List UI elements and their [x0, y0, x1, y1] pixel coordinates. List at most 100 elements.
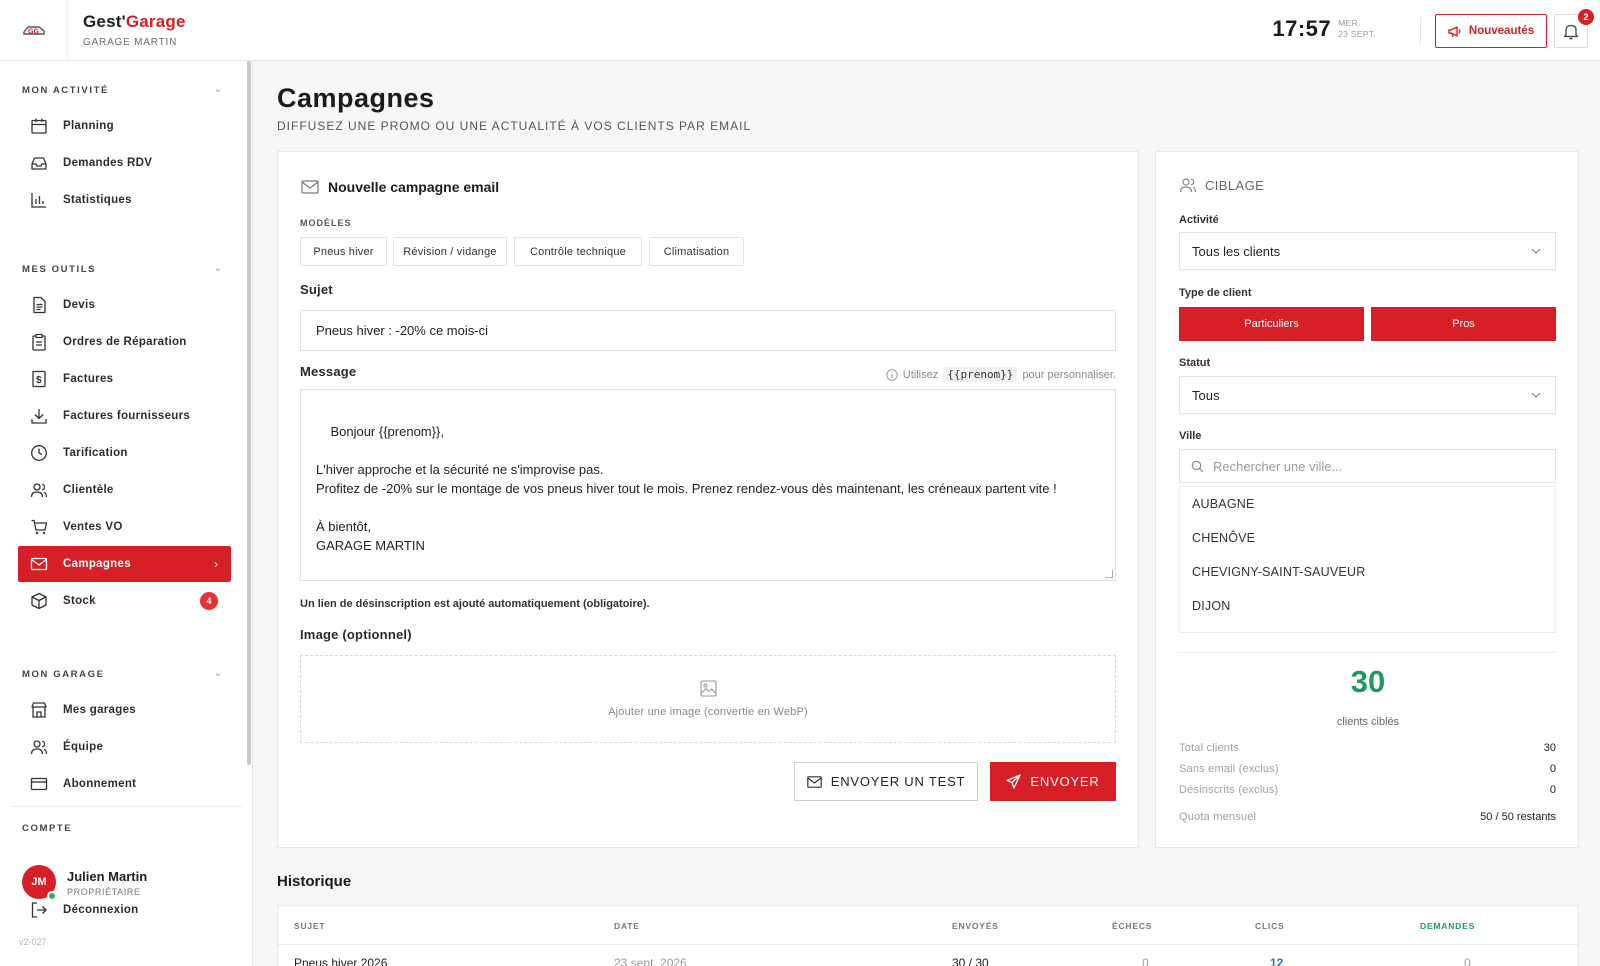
city-option-chenove[interactable]: CHENÔVE — [1192, 531, 1255, 545]
sidebar-item-factures-fournisseurs[interactable]: Factures fournisseurs — [18, 398, 231, 434]
chevron-down-icon — [1531, 392, 1541, 398]
sidebar-item-ventes-vo[interactable]: Ventes VO — [18, 509, 231, 545]
column-header-clics[interactable]: CLICS — [1255, 921, 1285, 931]
column-header-date[interactable]: DATE — [614, 921, 640, 931]
card-icon — [29, 774, 49, 794]
sidebar-divider — [12, 806, 242, 807]
sidebar-item-statistiques[interactable]: Statistiques — [18, 182, 231, 218]
column-header-envoyes[interactable]: ENVOYÉS — [952, 921, 999, 931]
model-chip-controle-technique[interactable]: Contrôle technique — [514, 237, 642, 266]
sidebar-item-demandes-rdv[interactable]: Demandes RDV — [18, 145, 231, 181]
logout-button[interactable]: Déconnexion — [18, 892, 231, 928]
city-list[interactable]: AUBAGNE CHENÔVE CHEVIGNY-SAINT-SAUVEUR D… — [1179, 486, 1556, 633]
client-type-pros[interactable]: Pros — [1371, 307, 1556, 341]
sidebar-item-tarification[interactable]: Tarification — [18, 435, 231, 471]
sidebar-item-stock[interactable]: Stock 4 — [18, 583, 231, 619]
sidebar-item-factures[interactable]: $ Factures — [18, 361, 231, 397]
sidebar-item-label: Planning — [63, 120, 114, 132]
sidebar-item-label: Ventes VO — [63, 521, 123, 533]
chevron-down-icon — [1531, 248, 1541, 254]
sidebar-item-label: Mes garages — [63, 704, 136, 716]
city-option-chevigny[interactable]: CHEVIGNY-SAINT-SAUVEUR — [1192, 565, 1365, 579]
stat-value: 30 — [1543, 742, 1556, 754]
chevron-down-icon[interactable]: ⌄ — [214, 668, 222, 679]
sidebar-item-planning[interactable]: Planning — [18, 108, 231, 144]
subject-input[interactable]: Pneus hiver : -20% ce mois-ci — [300, 310, 1116, 351]
message-textarea[interactable]: Bonjour {{prenom}}, L'hiver approche et … — [300, 389, 1116, 581]
bell-icon — [1563, 24, 1579, 39]
calendar-icon — [29, 116, 49, 136]
history-row-failed: 0 — [1142, 956, 1149, 966]
search-icon — [1191, 460, 1204, 472]
top-header: GG Gest'Garage GARAGE MARTIN 17:57 MER. … — [0, 0, 1600, 61]
notifications-button[interactable]: 2 — [1554, 9, 1594, 48]
users-icon — [1179, 178, 1197, 193]
garage-name: GARAGE MARTIN — [83, 37, 178, 48]
news-button[interactable]: Nouveautés — [1435, 14, 1547, 48]
sidebar-scrollbar[interactable] — [247, 61, 251, 765]
brand-prefix: Gest' — [83, 12, 126, 31]
send-button[interactable]: ENVOYER — [990, 762, 1116, 801]
sidebar-item-ordres-de-reparation[interactable]: Ordres de Réparation — [18, 324, 231, 360]
model-chip-pneus-hiver[interactable]: Pneus hiver — [300, 237, 387, 266]
targeting-title-text: CIBLAGE — [1205, 177, 1265, 193]
app-logo[interactable]: GG — [0, 0, 68, 61]
sidebar-item-abonnement[interactable]: Abonnement — [18, 766, 231, 802]
dropzone-text: Ajouter une image (convertie en WebP) — [608, 706, 808, 718]
sidebar-item-label: Factures fournisseurs — [63, 410, 191, 422]
column-header-echecs[interactable]: ÉCHECS — [1112, 921, 1152, 931]
mail-icon — [806, 775, 822, 788]
sidebar-item-equipe[interactable]: Équipe — [18, 729, 231, 765]
model-chip-revision[interactable]: Révision / vidange — [393, 237, 507, 266]
column-header-sujet[interactable]: SUJET — [294, 921, 325, 931]
brand-suffix: Garage — [125, 12, 186, 31]
campaign-title-text: Nouvelle campagne email — [328, 179, 500, 195]
subject-label: Sujet — [300, 282, 333, 297]
section-mon-activite[interactable]: MON ACTIVITÉ — [22, 85, 109, 96]
stat-value: 0 — [1549, 784, 1556, 796]
store-icon — [29, 700, 49, 720]
model-chip-climatisation[interactable]: Climatisation — [649, 237, 744, 266]
section-mes-outils[interactable]: MES OUTILS — [22, 264, 96, 275]
clock-icon — [29, 443, 49, 463]
history-row-clicks[interactable]: 12 — [1270, 956, 1283, 966]
sidebar-item-devis[interactable]: Devis — [18, 287, 231, 323]
city-option-aubagne[interactable]: AUBAGNE — [1192, 497, 1255, 511]
send-test-button[interactable]: ENVOYER UN TEST — [794, 762, 978, 801]
city-search-input[interactable]: Rechercher une ville... — [1179, 449, 1556, 483]
version-label: v2-027 — [19, 937, 47, 947]
city-option-dijon[interactable]: DIJON — [1192, 599, 1231, 613]
sidebar-item-label: Abonnement — [63, 778, 137, 790]
sidebar-item-mes-garages[interactable]: Mes garages — [18, 692, 231, 728]
sidebar-item-label: Devis — [63, 299, 96, 311]
client-type-particuliers[interactable]: Particuliers — [1179, 307, 1364, 341]
sidebar-item-clientele[interactable]: Clientèle — [18, 472, 231, 508]
chevron-down-icon[interactable]: ⌄ — [214, 263, 222, 274]
stock-badge: 4 — [200, 592, 218, 610]
status-value: Tous — [1192, 387, 1220, 403]
chevron-down-icon[interactable]: ⌄ — [214, 84, 222, 95]
status-select[interactable]: Tous — [1179, 376, 1556, 414]
header-divider — [1420, 17, 1421, 45]
sidebar-item-label: Ordres de Réparation — [63, 336, 187, 348]
resize-handle[interactable] — [1105, 570, 1113, 578]
hint-prefix: Utilisez — [902, 368, 939, 381]
brand: Gest'Garage GARAGE MARTIN — [68, 12, 186, 48]
stat-unsubscribed: Désinscrits (exclus) 0 — [1179, 784, 1556, 796]
stat-label: Sans email (exclus) — [1179, 763, 1279, 775]
sidebar-item-campagnes[interactable]: Campagnes › — [18, 546, 231, 582]
chevron-right-icon: › — [214, 557, 218, 571]
targeting-title: CIBLAGE — [1179, 177, 1264, 193]
column-header-demandes[interactable]: DEMANDES — [1420, 921, 1475, 931]
new-campaign-card: Nouvelle campagne email MODÈLES Pneus hi… — [277, 151, 1139, 848]
clock-time: 17:57 — [1272, 16, 1332, 41]
image-dropzone[interactable]: Ajouter une image (convertie en WebP) — [300, 655, 1116, 743]
mail-icon — [301, 180, 319, 194]
history-row-subject[interactable]: Pneus hiver 2026 — [294, 956, 387, 966]
page-title: Campagnes — [277, 83, 435, 113]
team-icon — [29, 737, 49, 757]
activity-select[interactable]: Tous les clients — [1179, 232, 1556, 270]
section-mon-garage[interactable]: MON GARAGE — [22, 669, 105, 680]
stat-label: Désinscrits (exclus) — [1179, 784, 1279, 796]
activity-label: Activité — [1179, 214, 1219, 226]
